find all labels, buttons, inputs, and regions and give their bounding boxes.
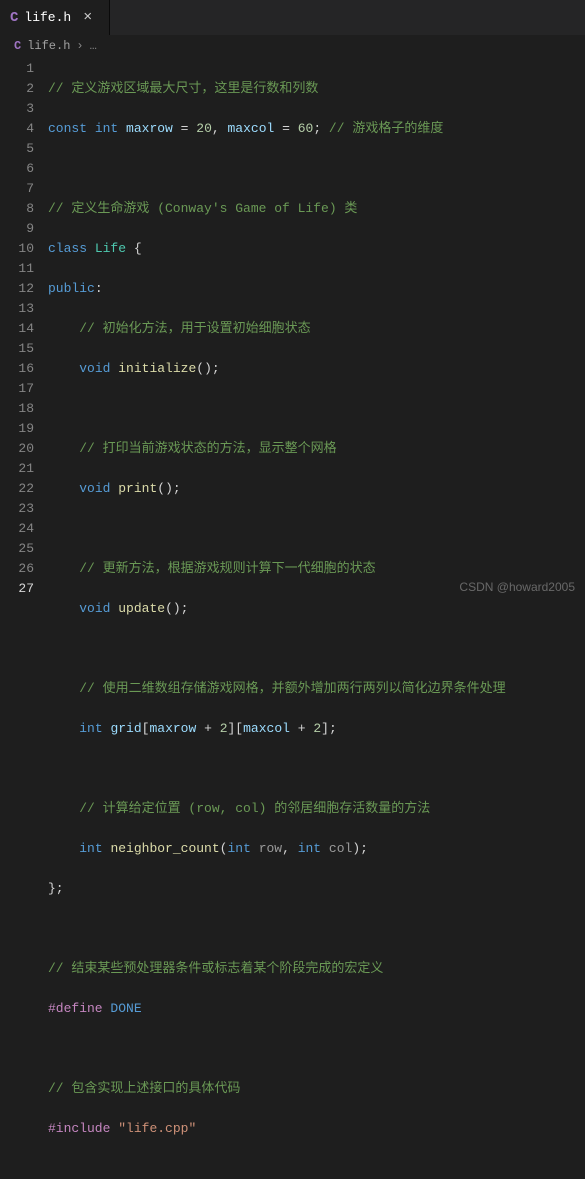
breadcrumb-trailing: … [90,39,97,53]
tab-bar: C life.h × [0,0,585,35]
line-number: 4 [0,119,34,139]
code-line [48,519,506,539]
line-number: 25 [0,539,34,559]
line-number: 24 [0,519,34,539]
line-number: 8 [0,199,34,219]
line-number-gutter: 1234567891011121314151617181920212223242… [0,57,48,600]
code-line [48,159,506,179]
line-number: 21 [0,459,34,479]
line-number: 13 [0,299,34,319]
code-line: class Life { [48,239,506,259]
line-number: 2 [0,79,34,99]
line-number: 22 [0,479,34,499]
code-line: // 打印当前游戏状态的方法，显示整个网格 [48,439,506,459]
code-line: const int maxrow = 20, maxcol = 60; // 游… [48,119,506,139]
c-file-icon: C [10,10,18,26]
code-line: void update(); [48,599,506,619]
code-line [48,759,506,779]
line-number: 17 [0,379,34,399]
line-number: 1 [0,59,34,79]
c-file-icon: C [14,39,21,53]
code-line: int grid[maxrow + 2][maxcol + 2]; [48,719,506,739]
close-icon[interactable]: × [83,9,92,26]
watermark: CSDN @howard2005 [459,580,575,594]
line-number: 15 [0,339,34,359]
line-number: 23 [0,499,34,519]
code-line: // 定义生命游戏 (Conway's Game of Life) 类 [48,199,506,219]
code-line [48,639,506,659]
code-line: // 初始化方法，用于设置初始细胞状态 [48,319,506,339]
line-number: 26 [0,559,34,579]
editor-tab-life-h[interactable]: C life.h × [0,0,110,35]
code-line: // 使用二维数组存储游戏网格，并额外增加两行两列以简化边界条件处理 [48,679,506,699]
line-number: 6 [0,159,34,179]
code-line: // 计算给定位置 (row, col) 的邻居细胞存活数量的方法 [48,799,506,819]
code-line: int neighbor_count(int row, int col); [48,839,506,859]
code-line: }; [48,879,506,899]
line-number: 16 [0,359,34,379]
line-number: 19 [0,419,34,439]
editor-area: 1234567891011121314151617181920212223242… [0,57,585,600]
line-number: 11 [0,259,34,279]
line-number: 18 [0,399,34,419]
code-line: // 结束某些预处理器条件或标志着某个阶段完成的宏定义 [48,959,506,979]
code-line: void initialize(); [48,359,506,379]
code-line: // 更新方法，根据游戏规则计算下一代细胞的状态 [48,559,506,579]
breadcrumb-file: life.h [27,39,70,53]
code-line: #define DONE [48,999,506,1019]
line-number: 5 [0,139,34,159]
breadcrumb[interactable]: C life.h › … [0,35,585,57]
code-line [48,919,506,939]
code-line: // 定义游戏区域最大尺寸，这里是行数和列数 [48,79,506,99]
code-line [48,399,506,419]
code-line [48,1039,506,1059]
line-number: 3 [0,99,34,119]
code-line: #include "life.cpp" [48,1119,506,1139]
code-line: void print(); [48,479,506,499]
code-content[interactable]: // 定义游戏区域最大尺寸，这里是行数和列数 const int maxrow … [48,57,506,600]
line-number: 7 [0,179,34,199]
code-line: // 包含实现上述接口的具体代码 [48,1079,506,1099]
line-number: 20 [0,439,34,459]
line-number: 10 [0,239,34,259]
chevron-right-icon: › [76,39,83,53]
line-number: 27 [0,579,34,599]
line-number: 12 [0,279,34,299]
line-number: 14 [0,319,34,339]
code-line: public: [48,279,506,299]
tab-file-name: life.h [24,10,71,25]
line-number: 9 [0,219,34,239]
